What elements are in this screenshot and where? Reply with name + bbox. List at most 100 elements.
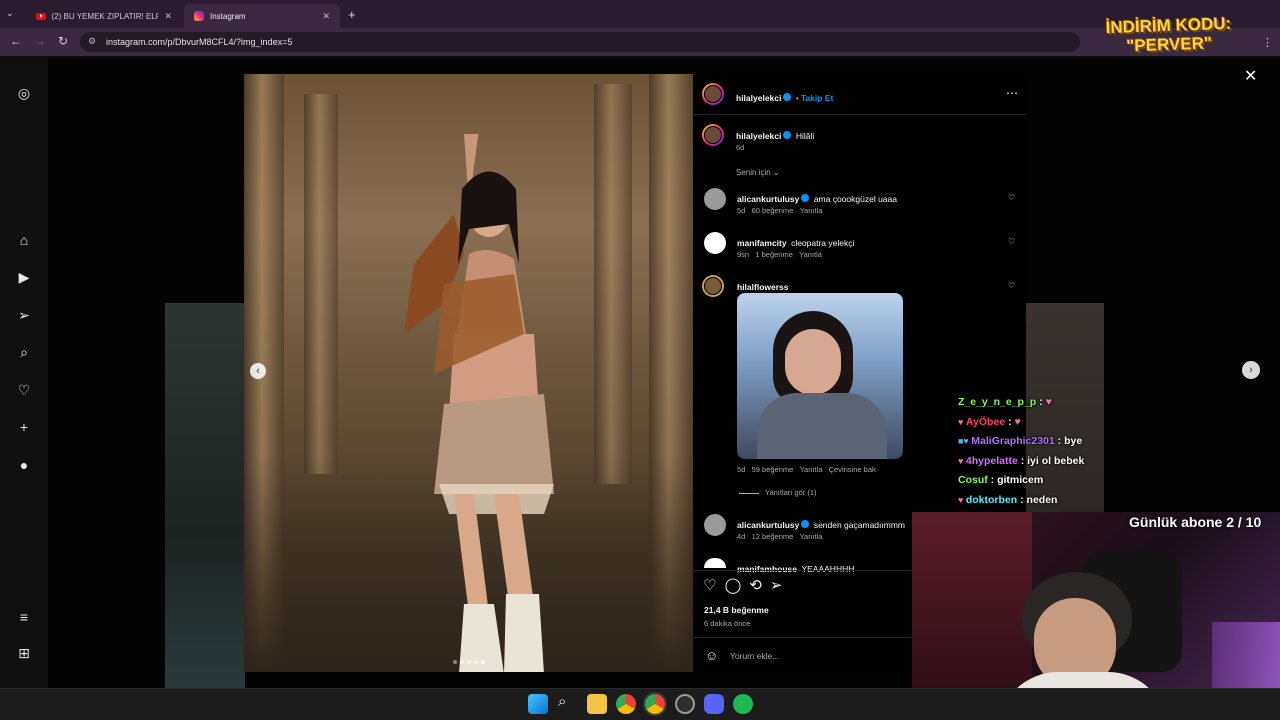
search-icon[interactable]: ⌕ xyxy=(14,342,34,362)
share-icon[interactable]: ➢ xyxy=(770,577,783,594)
author-avatar[interactable] xyxy=(702,83,724,105)
comment-likes[interactable]: 1 beğenme xyxy=(755,250,793,259)
comment-text: ama çoookgüzel uaaa xyxy=(813,194,897,204)
comment-username[interactable]: manifamhouse xyxy=(737,564,797,574)
view-replies-button[interactable]: Yanıtları gör (1) xyxy=(739,488,817,497)
tab-list-icon[interactable]: ⌄ xyxy=(6,8,14,19)
comment-meta: 4d 12 beğenme Yanıtla xyxy=(737,532,823,541)
discord-icon[interactable] xyxy=(704,694,724,714)
chat-line: ♥ AyÖbee : ♥ xyxy=(958,415,1021,428)
instagram-icon xyxy=(194,11,204,21)
caption-avatar[interactable] xyxy=(702,124,724,146)
verified-icon xyxy=(783,92,792,101)
comment-likes[interactable]: 59 beğenme xyxy=(752,465,794,474)
comment-username[interactable]: alicankurtulusy xyxy=(737,194,799,204)
emoji-icon[interactable]: ☺ xyxy=(705,648,718,663)
comment-likes[interactable]: 12 beğenme xyxy=(752,532,794,541)
comment-meta: 9sn 1 beğenme Yanıtla xyxy=(737,250,822,259)
instagram-logo-icon[interactable]: ◎ xyxy=(14,83,34,103)
like-comment-icon[interactable]: ♡ xyxy=(1008,193,1015,202)
site-info-icon[interactable]: ⚙ xyxy=(88,36,96,47)
notifications-icon[interactable]: ♡ xyxy=(14,380,34,400)
new-tab-button[interactable]: + xyxy=(348,7,356,22)
comment-username[interactable]: hilalflowerss xyxy=(737,282,789,292)
comment-username[interactable]: manifamcity xyxy=(737,238,787,248)
reply-button[interactable]: Yanıtla xyxy=(799,250,822,259)
comment: manifamhouse YEAAAHHHH xyxy=(737,559,854,577)
comment-text: senden gaçamadıımmm xyxy=(813,520,905,530)
post-time: 6 dakika önce xyxy=(704,619,751,628)
instagram-sidebar xyxy=(0,58,48,688)
close-modal-icon[interactable]: ✕ xyxy=(1244,66,1257,86)
commenter-avatar[interactable] xyxy=(704,514,726,536)
comment-icon[interactable]: ◯ xyxy=(724,577,741,594)
reload-icon[interactable]: ↻ xyxy=(58,34,68,48)
comment-likes[interactable]: 60 beğenme xyxy=(752,206,794,215)
commenter-avatar[interactable] xyxy=(704,558,726,568)
caption-username[interactable]: hilalyelekci xyxy=(736,131,781,141)
comment-username[interactable]: alicankurtulusy xyxy=(737,520,799,530)
chrome-active-icon[interactable] xyxy=(643,692,667,716)
reply-button[interactable]: Yanıtla xyxy=(800,206,823,215)
verified-icon xyxy=(801,519,810,528)
caption: hilalyelekci Hilâli xyxy=(736,126,814,144)
tab-title: Instagram xyxy=(210,11,246,21)
create-icon[interactable]: + xyxy=(14,417,34,437)
back-icon[interactable]: ← xyxy=(10,34,22,48)
close-icon[interactable]: ✕ xyxy=(322,11,330,22)
badge-icon: ♥ xyxy=(958,416,966,427)
like-icon[interactable]: ♡ xyxy=(703,577,716,594)
more-options-icon[interactable]: ⋯ xyxy=(1006,86,1018,100)
tab-instagram[interactable]: Instagram ✕ xyxy=(184,4,340,28)
commenter-avatar[interactable] xyxy=(704,188,726,210)
promo-code-banner: İNDİRİM KODU: "PERVER" xyxy=(1105,14,1232,56)
url-input[interactable]: ⚙ instagram.com/p/DbvurM8CFL4/?img_index… xyxy=(80,32,1080,52)
app-icon[interactable] xyxy=(675,694,695,714)
profile-icon[interactable]: ● xyxy=(14,455,34,475)
repost-icon[interactable]: ⟲ xyxy=(749,577,762,594)
comment-meta: 5d 59 beğenme Yanıtla Çevirisine bak xyxy=(737,465,876,474)
likes-count[interactable]: 21,4 B beğenme xyxy=(704,605,769,615)
menu-icon[interactable]: ⋮ xyxy=(1262,36,1273,49)
post-actions: ♡ ◯ ⟲ ➢ xyxy=(703,576,790,595)
translate-button[interactable]: Çevirisine bak xyxy=(829,465,876,474)
like-comment-icon[interactable]: ♡ xyxy=(1008,237,1015,246)
follow-button[interactable]: Takip Et xyxy=(801,93,833,103)
home-icon[interactable]: ⌂ xyxy=(14,230,34,250)
subscriber-goal: Günlük abone 2 / 10 xyxy=(1129,514,1262,530)
post-image[interactable]: ‹ xyxy=(244,74,693,672)
spotify-icon[interactable] xyxy=(733,694,753,714)
comment: manifamcity cleopatra yelekçi xyxy=(737,233,854,251)
comment-input[interactable]: Yorum ekle... xyxy=(730,651,779,661)
close-icon[interactable]: ✕ xyxy=(164,11,172,22)
tab-title: (2) BU YEMEK ZIPLATIR! ELRAE xyxy=(51,11,159,21)
file-explorer-icon[interactable] xyxy=(587,694,607,714)
tab-youtube[interactable]: (2) BU YEMEK ZIPLATIR! ELRAE ✕ xyxy=(26,4,182,28)
verified-icon xyxy=(801,193,810,202)
comment-image[interactable] xyxy=(737,293,903,459)
search-icon[interactable]: ⌕ xyxy=(558,693,566,710)
commenter-avatar[interactable] xyxy=(704,232,726,254)
reply-button[interactable]: Yanıtla xyxy=(800,465,823,474)
caption-text: Hilâli xyxy=(795,131,815,141)
reply-button[interactable]: Yanıtla xyxy=(800,532,823,541)
forward-icon[interactable]: → xyxy=(34,34,46,48)
like-comment-icon[interactable]: ♡ xyxy=(1008,281,1015,290)
commenter-avatar[interactable] xyxy=(702,275,724,297)
carousel-indicator xyxy=(453,660,485,664)
badge-icon: ♥ xyxy=(958,455,966,466)
apps-icon[interactable]: ⊞ xyxy=(14,643,34,663)
chevron-down-icon: ⌄ xyxy=(772,168,780,177)
windows-start-icon[interactable] xyxy=(528,694,548,714)
messages-icon[interactable]: ➢ xyxy=(14,305,34,325)
more-menu-icon[interactable]: ≡ xyxy=(14,607,34,627)
filter-label: Senin için xyxy=(736,168,771,177)
reels-icon[interactable]: ▶ xyxy=(14,267,34,287)
chat-line: Z_e_y_n_e_p_p : ♥ xyxy=(958,396,1052,408)
chrome-icon[interactable] xyxy=(616,694,636,714)
author-username[interactable]: hilalyelekci xyxy=(736,93,781,103)
previous-image-icon[interactable]: ‹ xyxy=(250,363,266,379)
comment-filter-dropdown[interactable]: Senin için ⌄ xyxy=(736,168,780,177)
windows-taskbar xyxy=(0,688,1280,720)
next-post-icon[interactable]: › xyxy=(1242,361,1260,379)
